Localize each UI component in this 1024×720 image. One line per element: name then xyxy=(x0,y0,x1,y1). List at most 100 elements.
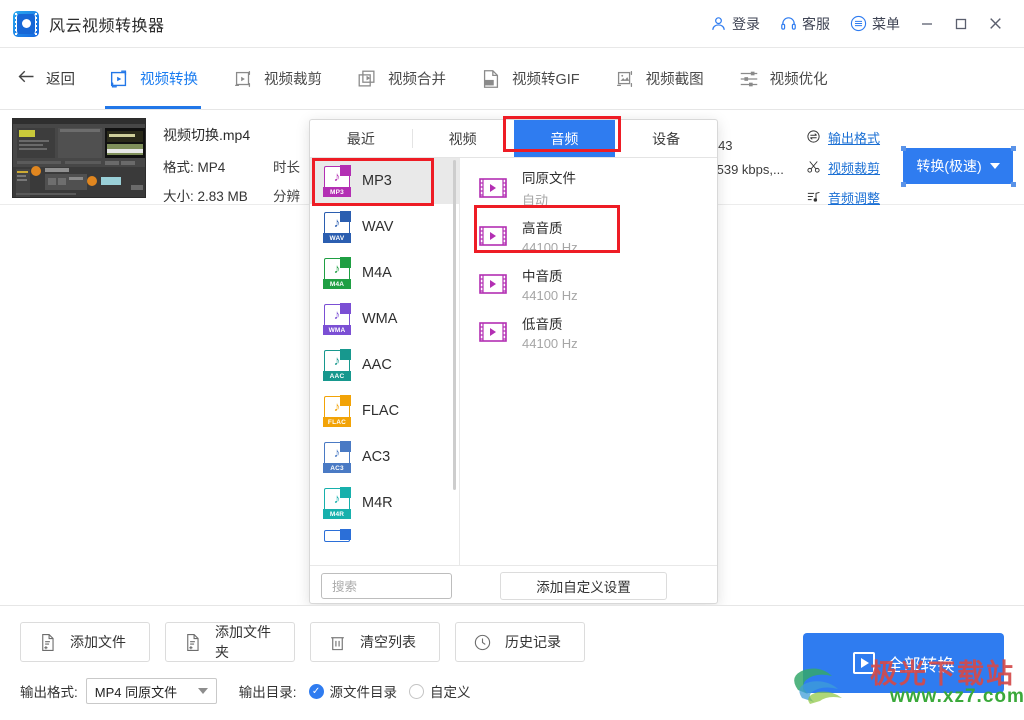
quality-list[interactable]: 同原文件 自动 高音质 44100 Hz 中音质 44100 Hz 低音质 44… xyxy=(460,158,717,565)
format-item-label: WAV xyxy=(362,219,394,235)
popup-tab-audio[interactable]: 音频 xyxy=(513,120,616,157)
history-label: 历史记录 xyxy=(505,634,561,650)
format-item-m4a[interactable]: ♪ M4A M4A xyxy=(310,250,459,296)
video-to-gif-icon: GIF xyxy=(480,68,502,90)
add-custom-settings-label: 添加自定义设置 xyxy=(536,579,631,595)
radio-custom-dir[interactable]: 自定义 xyxy=(409,681,471,701)
nav-tab-video-trim[interactable]: 视频裁剪 xyxy=(215,48,339,109)
radio-source-dir[interactable]: ✓ 源文件目录 xyxy=(308,681,397,701)
output-format-icon xyxy=(806,129,821,147)
quality-title: 高音质 xyxy=(522,221,563,236)
format-item-label: WMA xyxy=(362,311,398,327)
flac-file-icon: ♪ FLAC xyxy=(323,395,351,427)
file-size-value: 2.83 MB xyxy=(197,189,248,204)
video-merge-icon xyxy=(356,68,378,90)
popup-tab-label: 视频 xyxy=(448,130,477,147)
minimize-button[interactable] xyxy=(910,0,944,48)
film-icon xyxy=(478,224,508,248)
format-item-label: M4A xyxy=(362,265,392,281)
video-thumbnail xyxy=(12,118,146,198)
titlebar-actions: 登录 客服 菜单 xyxy=(700,0,1024,47)
history-button[interactable]: 历史记录 xyxy=(455,622,585,662)
format-item-wma[interactable]: ♪ WMA WMA xyxy=(310,296,459,342)
film-icon xyxy=(478,320,508,344)
video-trim-link[interactable]: 视频裁剪 xyxy=(806,158,880,177)
ac3-file-icon: ♪ AC3 xyxy=(323,441,351,473)
chevron-down-icon[interactable] xyxy=(989,163,1000,169)
nav-tab-video-optimize[interactable]: 视频优化 xyxy=(721,48,845,109)
close-button[interactable] xyxy=(978,0,1012,48)
format-item-partial[interactable] xyxy=(310,526,459,546)
audio-adjust-link[interactable]: 音频调整 xyxy=(806,188,880,207)
format-item-m4r[interactable]: ♪ M4R M4R xyxy=(310,480,459,526)
wma-file-icon: ♪ WMA xyxy=(323,303,351,335)
aac-file-icon: ♪ AAC xyxy=(323,349,351,381)
file-format-label: 格式: xyxy=(163,160,194,175)
output-format-link[interactable]: 输出格式 xyxy=(806,128,880,147)
nav-tab-label: 视频截图 xyxy=(645,72,704,88)
add-custom-settings-button[interactable]: 添加自定义设置 xyxy=(500,571,667,600)
quality-sub: 44100 Hz xyxy=(522,336,578,351)
login-button[interactable]: 登录 xyxy=(700,0,770,47)
format-item-aac[interactable]: ♪ AAC AAC xyxy=(310,342,459,388)
nav-tab-video-merge[interactable]: 视频合并 xyxy=(339,48,463,109)
format-item-wav[interactable]: ♪ WAV WAV xyxy=(310,204,459,250)
menu-icon xyxy=(850,15,867,32)
popup-tab-device[interactable]: 设备 xyxy=(615,120,717,157)
format-item-label: FLAC xyxy=(362,403,400,419)
video-screenshot-icon xyxy=(614,68,636,90)
popup-tab-label: 音频 xyxy=(550,130,579,147)
active-tab-underline xyxy=(105,106,201,109)
quality-title: 中音质 xyxy=(522,269,563,284)
format-list-scrollbar[interactable] xyxy=(453,160,456,490)
format-item-ac3[interactable]: ♪ AC3 AC3 xyxy=(310,434,459,480)
nav-tab-video-convert[interactable]: 视频转换 xyxy=(91,48,215,109)
add-file-icon xyxy=(38,633,57,652)
popup-tab-video[interactable]: 视频 xyxy=(411,120,514,157)
add-folder-button[interactable]: 添加文件夹 xyxy=(165,622,295,662)
nav-tab-video-screenshot[interactable]: 视频截图 xyxy=(597,48,721,109)
menu-button[interactable]: 菜单 xyxy=(840,0,910,47)
popup-tab-recent[interactable]: 最近 xyxy=(310,120,412,157)
menu-label: 菜单 xyxy=(872,15,900,32)
quality-item-high[interactable]: 高音质 44100 Hz xyxy=(460,212,717,260)
output-format-selected-value: MP4 同原文件 xyxy=(94,684,178,700)
user-icon xyxy=(710,15,727,32)
add-file-label: 添加文件 xyxy=(70,634,126,650)
chevron-down-icon xyxy=(197,688,208,694)
nav-tab-label: 视频优化 xyxy=(769,72,828,88)
nav-tab-label: 视频合并 xyxy=(388,72,446,88)
quality-sub: 自动 xyxy=(522,193,549,208)
file-codec-value: C, 539 kbps,... xyxy=(700,162,784,177)
format-item-mp3[interactable]: ♪ MP3 MP3 xyxy=(310,158,459,204)
quality-item-same-as-source[interactable]: 同原文件 自动 xyxy=(460,164,717,212)
support-button[interactable]: 客服 xyxy=(770,0,840,47)
nav-tabs: 视频转换 视频裁剪 视频合并 GIF 视频转GIF 视频截图 视频优化 xyxy=(91,48,845,109)
video-trim-icon xyxy=(232,68,254,90)
video-convert-icon xyxy=(108,68,130,90)
convert-all-label: 全部转换 xyxy=(886,655,955,675)
file-size-label: 大小: xyxy=(163,189,194,204)
popup-tab-label: 最近 xyxy=(346,130,375,147)
quality-sub: 44100 Hz xyxy=(522,288,578,303)
clear-list-button[interactable]: 清空列表 xyxy=(310,622,440,662)
convert-fast-label: 转换(极速) xyxy=(916,158,982,174)
format-item-flac[interactable]: ♪ FLAC FLAC xyxy=(310,388,459,434)
quality-item-low[interactable]: 低音质 44100 Hz xyxy=(460,308,717,356)
maximize-button[interactable] xyxy=(944,0,978,48)
radio-checked-icon: ✓ xyxy=(308,683,324,699)
nav-tab-video-to-gif[interactable]: GIF 视频转GIF xyxy=(463,48,597,109)
quality-item-medium[interactable]: 中音质 44100 Hz xyxy=(460,260,717,308)
play-icon xyxy=(852,652,875,674)
convert-fast-button[interactable]: 转换(极速) xyxy=(903,148,1013,184)
back-button[interactable]: 返回 xyxy=(16,66,75,91)
arrow-left-icon xyxy=(16,66,37,91)
output-format-select[interactable]: MP4 同原文件 xyxy=(85,678,217,704)
convert-all-button[interactable]: 全部转换 xyxy=(803,633,1004,693)
search-input[interactable]: 搜索 xyxy=(321,572,452,599)
add-file-button[interactable]: 添加文件 xyxy=(20,622,150,662)
m4r-file-icon: ♪ M4R xyxy=(323,487,351,519)
video-optimize-icon xyxy=(738,68,760,90)
film-icon xyxy=(478,272,508,296)
format-list[interactable]: ♪ MP3 MP3 ♪ WAV WAV ♪ M4A M4A ♪ WMA WMA … xyxy=(310,158,460,565)
